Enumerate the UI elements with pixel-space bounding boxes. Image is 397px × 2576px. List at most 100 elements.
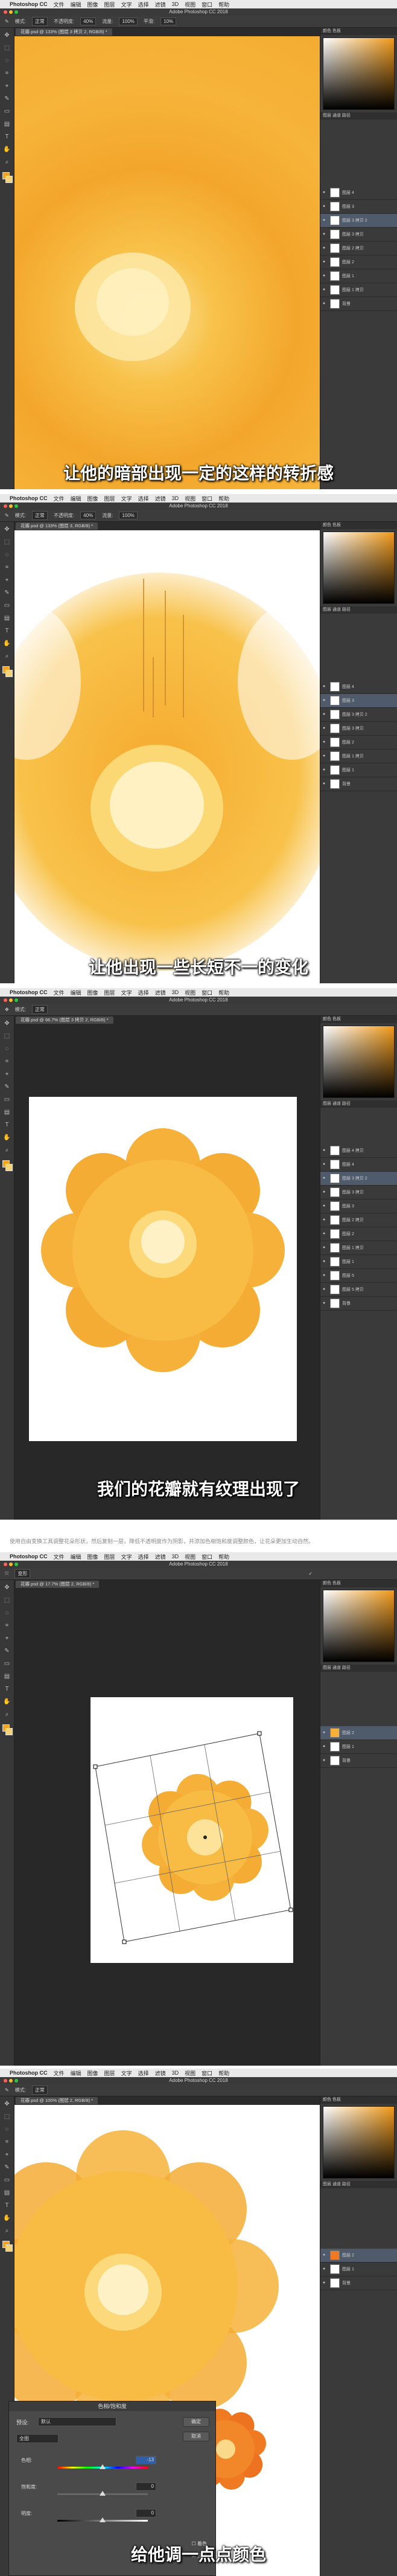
eye-icon[interactable]: ● xyxy=(323,2267,328,2272)
marquee-tool-icon[interactable]: ⬚ xyxy=(2,2112,12,2122)
eye-icon[interactable]: ● xyxy=(323,768,328,772)
menu-window[interactable]: 窗口 xyxy=(202,495,212,503)
crop-tool-icon[interactable]: ⌗ xyxy=(2,1057,12,1067)
close-window-button[interactable] xyxy=(4,2079,7,2083)
layer-row[interactable]: ● 背景 xyxy=(320,1754,397,1768)
eraser-tool-icon[interactable]: ▭ xyxy=(2,601,12,611)
background-color-swatch[interactable] xyxy=(5,1164,13,1171)
lightness-slider-knob[interactable] xyxy=(100,2517,106,2522)
menu-filter[interactable]: 滤镜 xyxy=(155,1,166,8)
eye-icon[interactable]: ● xyxy=(323,1232,328,1236)
move-tool-icon[interactable]: ✥ xyxy=(2,1583,12,1593)
hand-tool-icon[interactable]: ✋ xyxy=(2,145,12,155)
mode-select[interactable]: 正常 xyxy=(31,511,48,520)
layer-row[interactable]: ● 图层 2 xyxy=(320,255,397,269)
menu-help[interactable]: 帮助 xyxy=(218,989,229,997)
layer-row[interactable]: ● 图层 3 拷贝 xyxy=(320,228,397,242)
document-tab[interactable]: 花瓣.psd @ 133% (图层 3 拷贝 2, RGB/8) * xyxy=(16,28,112,36)
eye-icon[interactable]: ● xyxy=(323,1287,328,1292)
color-panel-tab[interactable]: 颜色 色板 xyxy=(320,2096,397,2104)
close-window-button[interactable] xyxy=(4,998,7,1002)
eye-icon[interactable]: ● xyxy=(323,1148,328,1153)
lightness-slider[interactable] xyxy=(57,2517,148,2522)
menu-layer[interactable]: 图层 xyxy=(104,1553,115,1561)
menu-window[interactable]: 窗口 xyxy=(202,1553,212,1561)
menu-image[interactable]: 图像 xyxy=(87,495,98,503)
eye-icon[interactable]: ● xyxy=(323,1730,328,1735)
color-panel-tab[interactable]: 颜色 色板 xyxy=(320,1580,397,1587)
eye-icon[interactable]: ● xyxy=(323,260,328,265)
type-tool-icon[interactable]: T xyxy=(2,626,12,636)
color-picker[interactable] xyxy=(323,1590,395,1662)
minimize-window-button[interactable] xyxy=(9,10,13,14)
eye-icon[interactable]: ● xyxy=(323,287,328,292)
ok-button[interactable]: 确定 xyxy=(183,2417,209,2427)
menu-layer[interactable]: 图层 xyxy=(104,495,115,503)
eye-icon[interactable]: ● xyxy=(323,712,328,717)
type-tool-icon[interactable]: T xyxy=(2,1685,12,1694)
marquee-tool-icon[interactable]: ⬚ xyxy=(2,538,12,547)
eye-icon[interactable]: ● xyxy=(323,218,328,223)
menu-select[interactable]: 选择 xyxy=(138,1,149,8)
color-picker[interactable] xyxy=(323,37,395,110)
background-color-swatch[interactable] xyxy=(5,670,13,677)
zoom-tool-icon[interactable]: ⌕ xyxy=(2,1710,12,1720)
eye-icon[interactable]: ● xyxy=(323,274,328,278)
menu-edit[interactable]: 编辑 xyxy=(71,2069,81,2077)
brush-tool-icon[interactable]: ✎ xyxy=(2,2163,12,2173)
layer-row[interactable]: ● 图层 1 xyxy=(320,2263,397,2276)
type-tool-icon[interactable]: T xyxy=(2,1120,12,1130)
eye-icon[interactable]: ● xyxy=(323,1301,328,1306)
layer-row-selected[interactable]: ● 图层 2 xyxy=(320,1726,397,1740)
menu-help[interactable]: 帮助 xyxy=(218,1,229,8)
lasso-tool-icon[interactable]: ◌ xyxy=(2,1044,12,1054)
layer-row[interactable]: ● 背景 xyxy=(320,1297,397,1311)
eye-icon[interactable]: ● xyxy=(323,1218,328,1222)
eye-icon[interactable]: ● xyxy=(323,698,328,703)
menu-view[interactable]: 视图 xyxy=(185,1553,195,1561)
layer-row[interactable]: ● 图层 3 拷贝 xyxy=(320,722,397,736)
layer-row[interactable]: ● 图层 3 拷贝 xyxy=(320,1186,397,1200)
menu-3d[interactable]: 3D xyxy=(172,2070,179,2076)
menu-layer[interactable]: 图层 xyxy=(104,989,115,997)
close-window-button[interactable] xyxy=(4,1563,7,1566)
zoom-window-button[interactable] xyxy=(14,2079,18,2083)
eyedropper-tool-icon[interactable]: ⌖ xyxy=(2,1634,12,1643)
eye-icon[interactable]: ● xyxy=(323,684,328,689)
menu-edit[interactable]: 编辑 xyxy=(71,1553,81,1561)
eye-icon[interactable]: ● xyxy=(323,1744,328,1749)
type-tool-icon[interactable]: T xyxy=(2,2201,12,2211)
menu-select[interactable]: 选择 xyxy=(138,2069,149,2077)
menu-image[interactable]: 图像 xyxy=(87,989,98,997)
eyedropper-tool-icon[interactable]: ⌖ xyxy=(2,1070,12,1079)
zoom-window-button[interactable] xyxy=(14,1563,18,1566)
crop-tool-icon[interactable]: ⌗ xyxy=(2,69,12,79)
brush-tool-icon[interactable]: ✎ xyxy=(2,1082,12,1092)
move-tool-icon[interactable]: ✥ xyxy=(2,31,12,40)
gradient-tool-icon[interactable]: ▤ xyxy=(2,1672,12,1681)
menu-filter[interactable]: 滤镜 xyxy=(155,495,166,503)
menu-view[interactable]: 视图 xyxy=(185,495,195,503)
zoom-tool-icon[interactable]: ⌕ xyxy=(2,2226,12,2236)
menu-type[interactable]: 文字 xyxy=(121,1553,132,1561)
transform-handle[interactable] xyxy=(93,1764,98,1769)
minimize-window-button[interactable] xyxy=(9,1563,13,1566)
document-tab[interactable]: 花瓣.psd @ 17.7% (图层 2, RGB/8) * xyxy=(16,1581,100,1588)
menu-view[interactable]: 视图 xyxy=(185,2069,195,2077)
menu-help[interactable]: 帮助 xyxy=(218,2069,229,2077)
layer-row[interactable]: ● 图层 4 xyxy=(320,680,397,694)
move-tool-icon[interactable]: ✥ xyxy=(2,525,12,535)
eye-icon[interactable]: ● xyxy=(323,782,328,786)
marquee-tool-icon[interactable]: ⬚ xyxy=(2,43,12,53)
menu-file[interactable]: 文件 xyxy=(54,1553,65,1561)
menu-image[interactable]: 图像 xyxy=(87,1,98,8)
menu-help[interactable]: 帮助 xyxy=(218,495,229,503)
eye-icon[interactable]: ● xyxy=(323,726,328,731)
zoom-window-button[interactable] xyxy=(14,998,18,1002)
hand-tool-icon[interactable]: ✋ xyxy=(2,2214,12,2223)
confirm-transform-icon[interactable]: ✓ xyxy=(308,1571,313,1576)
menu-view[interactable]: 视图 xyxy=(185,989,195,997)
menu-file[interactable]: 文件 xyxy=(54,495,65,503)
hue-slider-knob[interactable] xyxy=(100,2464,106,2469)
gradient-tool-icon[interactable]: ▤ xyxy=(2,614,12,623)
